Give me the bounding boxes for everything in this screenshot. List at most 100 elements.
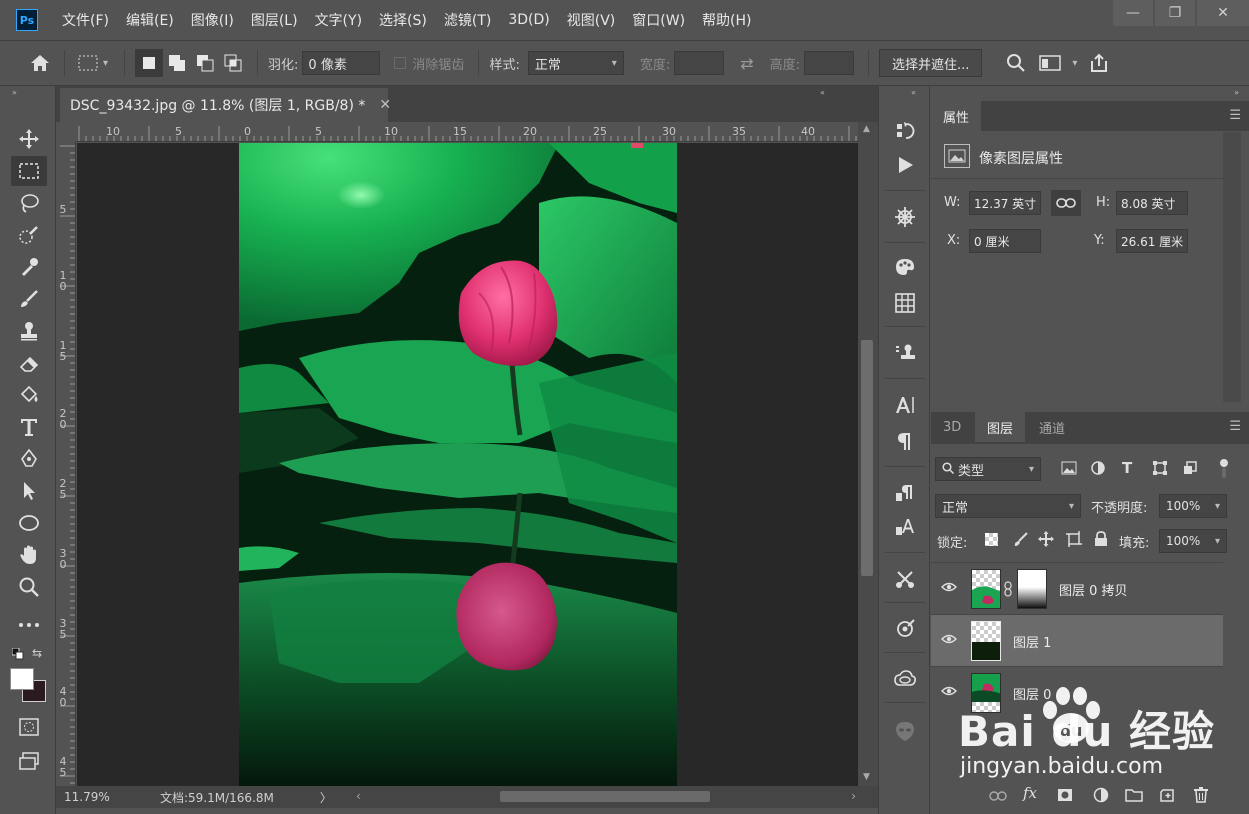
maximize-button[interactable]: ❐ <box>1155 0 1195 26</box>
brush-tool-icon[interactable] <box>11 284 47 314</box>
vertical-scroll-thumb[interactable] <box>861 340 873 576</box>
layer-row-selected[interactable]: 图层 1 <box>931 614 1223 666</box>
layer-name[interactable]: 图层 0 拷贝 <box>1059 580 1128 599</box>
stamp-tool-icon[interactable] <box>11 316 47 346</box>
marquee-preset-icon[interactable] <box>75 49 103 77</box>
zoom-tool-icon[interactable] <box>11 572 47 602</box>
eraser-tool-icon[interactable] <box>11 348 47 378</box>
tab-properties[interactable]: 属性 <box>931 101 982 131</box>
link-layers-icon[interactable] <box>989 790 1007 805</box>
style-select[interactable]: 正常 ▾ <box>527 51 624 75</box>
opacity-input[interactable]: 100% ▾ <box>1159 494 1227 518</box>
height-input[interactable] <box>804 51 855 75</box>
scroll-left-icon[interactable]: ‹ <box>356 789 361 803</box>
collapse-panels-icon[interactable]: » <box>1234 88 1239 97</box>
layer-row[interactable]: 图层 0 <box>931 666 1223 718</box>
lock-position-icon[interactable] <box>1038 531 1054 551</box>
menu-help[interactable]: 帮助(H) <box>702 10 751 30</box>
ruler-origin[interactable] <box>56 122 76 142</box>
minimize-button[interactable]: — <box>1113 0 1153 26</box>
layer-filter-select[interactable]: 类型 ▾ <box>935 457 1041 481</box>
visibility-eye-icon[interactable] <box>941 581 957 595</box>
foreground-color-swatch[interactable] <box>10 668 34 690</box>
close-window-button[interactable]: ✕ <box>1197 0 1249 26</box>
workspace-icon[interactable] <box>1036 49 1064 77</box>
feather-input[interactable]: 0 像素 <box>302 51 381 75</box>
canvas-area[interactable] <box>77 143 858 786</box>
fill-input[interactable]: 100% ▾ <box>1159 529 1227 553</box>
intersect-selection-icon[interactable] <box>219 49 247 77</box>
alien-plugin-icon[interactable] <box>889 716 921 746</box>
antialias-checkbox[interactable] <box>394 57 407 69</box>
character-panel-icon[interactable] <box>889 390 921 420</box>
chevron-down-icon[interactable]: ▾ <box>1072 58 1077 69</box>
actions-play-icon[interactable] <box>889 150 921 180</box>
filter-toggle-switch[interactable] <box>1219 458 1228 478</box>
scroll-up-icon[interactable]: ▲ <box>863 124 870 134</box>
visibility-eye-icon[interactable] <box>941 633 957 647</box>
properties-scrollbar[interactable] <box>1223 132 1241 402</box>
lock-all-icon[interactable] <box>1094 531 1108 551</box>
filter-pixel-icon[interactable] <box>1061 461 1077 479</box>
menu-type[interactable]: 文字(Y) <box>315 10 362 30</box>
menu-3d[interactable]: 3D(D) <box>508 12 549 28</box>
adjustment-layer-icon[interactable] <box>1093 787 1109 807</box>
layer-mask-thumbnail[interactable] <box>1017 569 1047 609</box>
quick-mask-icon[interactable] <box>11 712 47 742</box>
paint-bucket-tool-icon[interactable] <box>11 380 47 410</box>
layer-thumbnail[interactable] <box>971 621 1001 661</box>
tab-3d[interactable]: 3D <box>931 412 973 442</box>
link-dimensions-icon[interactable] <box>1051 190 1081 216</box>
chevron-down-icon[interactable]: ▾ <box>103 58 108 69</box>
tab-channels[interactable]: 通道 <box>1027 412 1077 442</box>
clone-source-icon[interactable] <box>889 338 921 368</box>
blend-mode-select[interactable]: 正常 ▾ <box>935 494 1081 518</box>
type-tool-icon[interactable] <box>11 412 47 442</box>
new-group-icon[interactable] <box>1125 788 1143 806</box>
width-field[interactable]: 12.37 英寸 <box>969 191 1041 215</box>
lasso-tool-icon[interactable] <box>11 188 47 218</box>
lock-artboard-icon[interactable] <box>1066 531 1082 551</box>
tab-layers[interactable]: 图层 <box>975 412 1026 442</box>
height-field[interactable]: 8.08 英寸 <box>1116 191 1188 215</box>
new-selection-icon[interactable] <box>135 49 164 77</box>
document-tab[interactable]: DSC_93432.jpg @ 11.8% (图层 1, RGB/8) * ✕ <box>60 88 391 122</box>
horizontal-scroll-thumb[interactable] <box>500 791 710 802</box>
navigator-wheel-icon[interactable] <box>889 202 921 232</box>
layer-row[interactable]: 图层 0 拷贝 <box>931 562 1223 614</box>
layer-thumbnail[interactable] <box>971 673 1001 713</box>
menu-window[interactable]: 窗口(W) <box>632 10 685 30</box>
swatches-grid-icon[interactable] <box>889 288 921 318</box>
path-selection-tool-icon[interactable] <box>11 476 47 506</box>
y-field[interactable]: 26.61 厘米 <box>1116 229 1188 253</box>
filter-adjustment-icon[interactable] <box>1091 461 1105 479</box>
select-and-mask-button[interactable]: 选择并遮住... <box>879 49 983 77</box>
menu-filter[interactable]: 滤镜(T) <box>444 10 491 30</box>
adjustments-tools-icon[interactable] <box>889 564 921 594</box>
subtract-selection-icon[interactable] <box>191 49 219 77</box>
rect-marquee-tool-icon[interactable] <box>11 156 47 186</box>
menu-select[interactable]: 选择(S) <box>379 10 427 30</box>
quick-selection-tool-icon[interactable] <box>11 220 47 250</box>
layer-effects-icon[interactable]: fx <box>1023 784 1037 802</box>
search-icon[interactable] <box>1002 49 1030 77</box>
history-icon[interactable] <box>889 116 921 146</box>
filter-smart-object-icon[interactable] <box>1183 461 1197 479</box>
filter-shape-icon[interactable] <box>1153 461 1167 479</box>
new-layer-icon[interactable] <box>1159 787 1175 807</box>
libraries-icon[interactable] <box>889 614 921 644</box>
layer-thumbnail[interactable] <box>971 569 1001 609</box>
visibility-eye-icon[interactable] <box>941 685 957 699</box>
swap-dimensions-icon[interactable]: ⇄ <box>740 54 753 73</box>
collapse-panel-icon[interactable]: « <box>820 88 825 97</box>
panel-menu-icon[interactable]: ☰ <box>1229 419 1241 434</box>
eyedropper-tool-icon[interactable] <box>11 252 47 282</box>
mask-link-icon[interactable] <box>1004 581 1012 601</box>
paragraph-panel-icon[interactable] <box>889 426 921 456</box>
close-icon[interactable]: ✕ <box>379 97 391 113</box>
x-field[interactable]: 0 厘米 <box>969 229 1041 253</box>
share-icon[interactable] <box>1085 49 1113 77</box>
lock-pixels-icon[interactable] <box>1013 531 1029 551</box>
lock-transparent-icon[interactable] <box>985 533 998 546</box>
status-menu-arrow[interactable]: 〉 <box>320 789 332 806</box>
